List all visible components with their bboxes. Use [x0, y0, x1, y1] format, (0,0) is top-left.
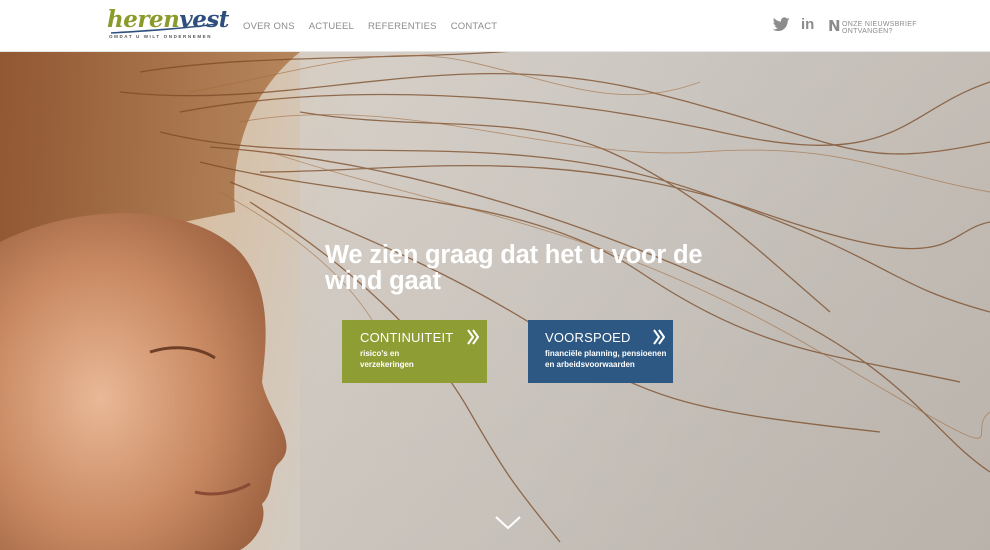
card-subtitle-line1: financiële planning, pensioenen [545, 349, 667, 358]
site-header: herenvest OMDAT U WILT ONDERNEMEN OVER O… [0, 0, 990, 52]
chevron-right-icon [653, 329, 665, 345]
hero-image [0, 52, 990, 550]
chevron-right-icon [467, 329, 479, 345]
newsletter-link[interactable]: ONZE NIEUWSBRIEF ONTVANGEN? [842, 21, 917, 35]
nav-item-contact[interactable]: CONTACT [451, 21, 498, 32]
card-subtitle-line2: en arbeidsvoorwaarden [545, 360, 635, 369]
nav-item-referenties[interactable]: REFERENTIES [368, 21, 437, 32]
card-subtitle-line1: risico's en [360, 349, 400, 358]
voorspoed-card[interactable]: VOORSPOED financiële planning, pensioene… [528, 320, 673, 383]
twitter-icon[interactable] [773, 17, 790, 32]
continuiteit-card[interactable]: CONTINUITEIT risico's en verzekeringen [342, 320, 487, 383]
nav-item-over-ons[interactable]: OVER ONS [243, 21, 295, 32]
hero-banner: We zien graag dat het u voor de wind gaa… [0, 52, 990, 550]
hero-headline: We zien graag dat het u voor de wind gaa… [325, 241, 703, 295]
main-nav: OVER ONS ACTUEEL REFERENTIES CONTACT [243, 21, 497, 32]
card-subtitle-line2: verzekeringen [360, 360, 414, 369]
nav-item-actueel[interactable]: ACTUEEL [309, 21, 354, 32]
linkedin-icon[interactable]: in [801, 17, 817, 33]
newsletter-line2: ONTVANGEN? [842, 28, 893, 35]
logo-tagline: OMDAT U WILT ONDERNEMEN [109, 34, 213, 39]
newsletter-line1: ONZE NIEUWSBRIEF [842, 21, 917, 28]
chevron-down-icon[interactable] [495, 516, 521, 530]
card-subtitle: risico's en verzekeringen [360, 348, 487, 370]
logo[interactable]: herenvest OMDAT U WILT ONDERNEMEN [107, 7, 229, 43]
card-subtitle: financiële planning, pensioenen en arbei… [545, 348, 673, 370]
newsletter-icon[interactable]: N [828, 19, 841, 34]
